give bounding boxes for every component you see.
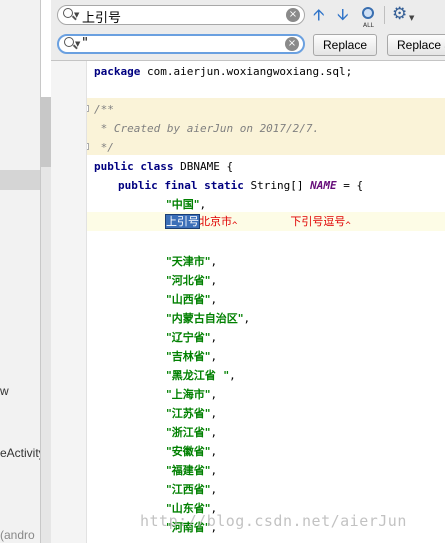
string-literal: "吉林省" [166,350,211,363]
comma: , [210,255,218,268]
doc-comment-open[interactable]: /** [94,100,114,119]
clear-search-icon[interactable]: × [286,8,300,22]
array-item[interactable]: "吉林省", [166,347,217,366]
string-literal: "安徽省" [166,445,211,458]
error-caret-icon: ^ [345,221,351,231]
find-replace-bar: ▼ 上引号 × ▼ " × 🡩 🡫 ALL ⚙ ▼ Replace Replac… [51,0,445,61]
comma: , [210,426,218,439]
doc-comment-body[interactable]: * Created by aierJun on 2017/2/7. [94,119,320,138]
array-item[interactable]: "辽宁省", [166,328,217,347]
array-item[interactable]: "福建省", [166,461,217,480]
gear-icon[interactable]: ⚙ [392,6,407,23]
array-item[interactable]: "安徽省", [166,442,217,461]
package-line[interactable]: package com.aierjun.woxiangwoxiang.sql; [94,62,352,81]
comma: , [210,331,218,344]
search-match: 上引号 [165,214,200,229]
package-name: com.aierjun.woxiangwoxiang.sql; [146,65,353,78]
previous-occurrence-icon[interactable]: 🡩 [313,7,325,23]
comma: , [210,483,218,496]
comma: , [243,312,251,325]
project-panel: w eActivity (andro [0,0,41,543]
comma: , [210,293,218,306]
string-literal: "黑龙江省 " [166,369,230,382]
all-occurrences-label: ALL [363,22,374,29]
class-keywords: public class [94,160,174,173]
array-item[interactable]: "黑龙江省 ", [166,366,236,385]
comma: , [199,198,207,211]
field-type: String[] [250,179,304,192]
string-literal: "天津市" [166,255,211,268]
project-panel-item-fragment[interactable]: (andro [0,528,35,542]
comma: , [210,350,218,363]
replace-all-button[interactable]: Replace all [387,34,445,56]
search-icon[interactable] [63,8,73,18]
package-keyword: package [94,65,141,78]
array-item[interactable]: "天津市", [166,252,217,271]
string-literal: "浙江省" [166,426,211,439]
fold-marker-icon[interactable] [87,143,89,150]
field-keywords: public final static [118,179,244,192]
error-token: 下引号逗号 [290,215,346,228]
search-input[interactable]: 上引号 [82,7,121,26]
string-literal: "山西省" [166,293,211,306]
comma: , [229,369,236,382]
array-item[interactable]: "山西省", [166,290,217,309]
project-panel-item-fragment[interactable]: eActivity [0,446,40,460]
editor-gutter [51,60,87,543]
array-item[interactable]: "江苏省", [166,404,217,423]
string-literal: "江西省" [166,483,211,496]
replace-field[interactable]: ▼ " × [57,34,305,54]
class-name: DBNAME { [180,160,234,173]
field-assign: = { [336,179,364,192]
string-literal: "江苏省" [166,407,211,420]
error-token: 北京市 [199,215,232,228]
watermark: http://blog.csdn.net/aierJun [140,512,407,530]
string-literal: "河北省" [166,274,211,287]
project-panel-item-fragment[interactable]: w [0,384,9,398]
replace-history-dropdown-icon[interactable]: ▼ [75,40,80,48]
current-edit-line[interactable]: 上引号北京市^ 下引号逗号^ [165,212,351,231]
code-editor[interactable]: package com.aierjun.woxiangwoxiang.sql; … [87,60,445,543]
doc-comment-close[interactable]: */ [94,138,114,157]
fold-marker-icon[interactable] [87,105,89,112]
comma: , [210,274,218,287]
search-history-dropdown-icon[interactable]: ▼ [74,11,79,19]
comma: , [210,388,218,401]
replace-button[interactable]: Replace [313,34,378,56]
field-declaration[interactable]: public final static String[] NAME = { [118,176,363,195]
clear-replace-icon[interactable]: × [285,37,299,51]
array-item[interactable]: "浙江省", [166,423,217,442]
array-item[interactable]: "江西省", [166,480,217,499]
field-name: NAME [310,179,337,192]
next-occurrence-icon[interactable]: 🡫 [337,7,349,23]
comma: , [210,445,218,458]
project-panel-selected-row[interactable] [0,170,40,190]
select-all-occurrences-icon[interactable]: ALL [360,5,378,29]
class-declaration[interactable]: public class DBNAME { [94,157,233,176]
toolbar-divider [384,6,385,24]
string-literal: "上海市" [166,388,211,401]
panel-scrollbar-thumb[interactable] [41,97,51,167]
replace-input[interactable]: " [82,36,88,51]
array-item[interactable]: "河北省", [166,271,217,290]
comma: , [210,464,218,477]
replace-search-icon[interactable] [64,37,74,47]
string-literal: "中国" [166,198,200,211]
settings-dropdown-icon[interactable]: ▼ [409,14,414,22]
string-literal: "内蒙古自治区" [166,312,244,325]
search-field[interactable]: ▼ 上引号 × [57,5,305,26]
string-literal: "辽宁省" [166,331,211,344]
array-item[interactable]: "内蒙古自治区", [166,309,250,328]
comma: , [210,407,218,420]
error-caret-icon: ^ [232,221,238,231]
array-item[interactable]: "上海市", [166,385,217,404]
string-literal: "福建省" [166,464,211,477]
